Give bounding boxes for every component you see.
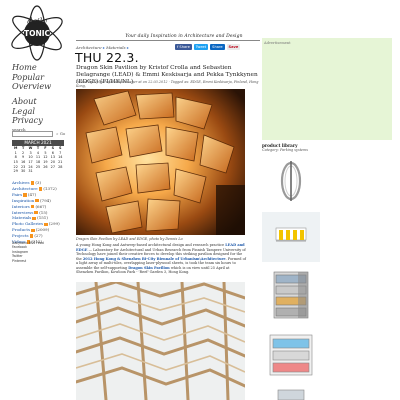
product-thumbnail-parking-ring[interactable] — [262, 155, 320, 207]
body-text: A young Hong Kong and Antwerp-based arch… — [76, 243, 226, 247]
calendar-day[interactable]: 29 — [12, 169, 19, 174]
post-meta-line: Posted by Holgerzeusw Hamburger at on 22… — [76, 80, 259, 89]
rss-icon[interactable] — [32, 216, 36, 221]
calendar-day — [34, 169, 41, 174]
rss-icon[interactable] — [34, 210, 38, 215]
rss-icon[interactable] — [44, 222, 48, 227]
rss-icon[interactable] — [30, 181, 35, 185]
nav-privacy[interactable]: Privacy — [12, 115, 43, 126]
rss-icon[interactable] — [35, 198, 39, 203]
search-go-button[interactable]: » Go — [56, 131, 65, 136]
product-thumbnail-parking-section[interactable] — [262, 327, 320, 385]
main-nav: Home Popular Overview — [12, 62, 51, 92]
body-link[interactable]: Dragon Skin Pavilion — [128, 266, 169, 270]
calendar-day — [57, 169, 64, 174]
site-logo[interactable]: daily TONIC — [6, 4, 68, 62]
product-thumbnail-parking-tower[interactable] — [262, 266, 320, 324]
post-body: A young Hong Kong and Antwerp-based arch… — [76, 243, 246, 275]
logo-word-tonic: TONIC — [24, 29, 51, 38]
advertisement-box[interactable] — [262, 38, 392, 140]
facebook-share-button[interactable]: f Share — [175, 44, 192, 50]
rss-icon[interactable] — [38, 187, 43, 191]
product-thumbnail-parking-lift[interactable] — [262, 388, 320, 400]
calendar-day[interactable]: 30 — [19, 169, 26, 174]
photo-caption: Dragon Skin Pavilion by LEAD and EDGE, p… — [76, 237, 183, 241]
feed-links: Dailytonic RSS Feed Facebook Instagram T… — [12, 241, 68, 263]
link-pinterest[interactable]: Pinterest — [12, 259, 68, 263]
header-rule — [76, 40, 260, 41]
rss-icon[interactable] — [31, 228, 35, 232]
calendar-day — [49, 169, 56, 174]
rss-icon[interactable] — [30, 204, 35, 209]
search-input[interactable] — [12, 131, 53, 137]
pavilion-photo-interior[interactable] — [76, 89, 245, 235]
product-thumbnail-parking-rack[interactable] — [262, 212, 320, 262]
pavilion-photo-lattice[interactable] — [76, 282, 245, 400]
post-date: THU 22.3. — [75, 50, 139, 65]
tweet-button[interactable]: Tweet — [193, 44, 209, 50]
calendar-day[interactable]: 31 — [27, 169, 34, 174]
category-list: Archives (3) Architecture (1372) Fairs (… — [12, 180, 70, 245]
calendar-grid: M T W T F S S 1 2 3 4 5 6 7 8 9 10 11 12… — [12, 146, 64, 174]
product-library-category: Category: Parking systems — [262, 148, 309, 152]
logo-word-daily: daily — [27, 17, 47, 26]
site-tagline: Your daily Inspiration in Architecture a… — [125, 34, 243, 39]
rss-icon[interactable] — [23, 193, 27, 197]
calendar-day — [42, 169, 49, 174]
body-link[interactable]: 2012 Hong Kong & Shenzhen Bi-City Bienna… — [83, 257, 226, 261]
secondary-nav: About Legal Privacy — [12, 96, 43, 126]
pinterest-save-button[interactable]: Save — [226, 44, 241, 50]
linkedin-share-button[interactable]: Share — [210, 44, 225, 50]
share-bar: f Share Tweet Share Save — [175, 44, 241, 50]
rss-icon[interactable] — [29, 234, 34, 238]
calendar: MARCH 2021 M T W T F S S 1 2 3 4 5 6 7 8… — [12, 140, 64, 174]
nav-overview[interactable]: Overview — [12, 81, 51, 92]
advertisement-label: Advertisement — [264, 41, 291, 45]
